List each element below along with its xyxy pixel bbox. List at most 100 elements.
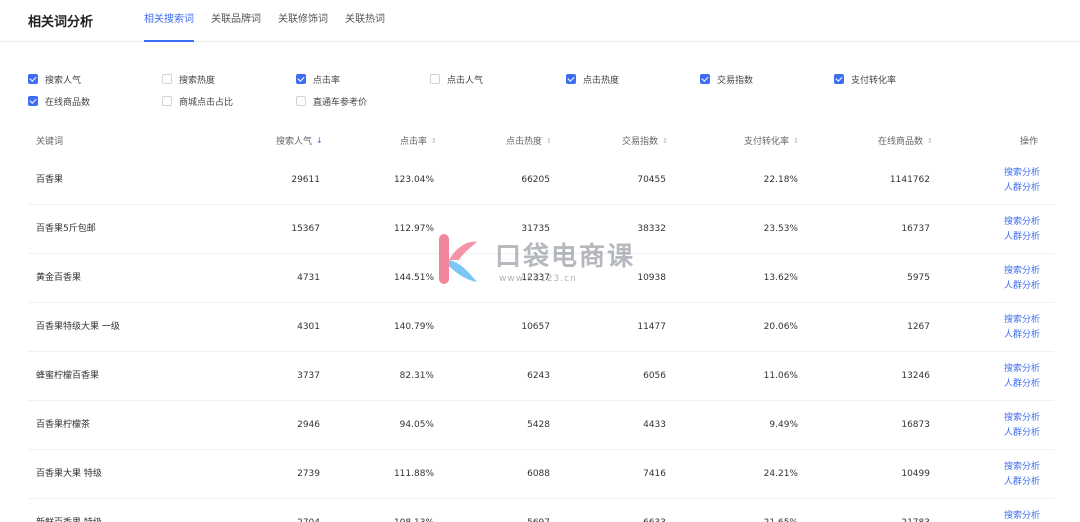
filter-label: 直通车参考价 bbox=[313, 97, 368, 108]
checkbox-icon[interactable] bbox=[28, 96, 38, 106]
cell-click-heat: 5428 bbox=[527, 420, 550, 430]
sort-updown-icon[interactable]: ⇕ bbox=[662, 137, 668, 145]
checkbox-icon[interactable] bbox=[296, 96, 306, 106]
sort-desc-icon[interactable]: ↓ bbox=[316, 136, 323, 145]
table-row: 百香果柠檬茶 2946 94.05% 5428 4433 9.49% 16873… bbox=[28, 401, 1054, 450]
crowd-analysis-link[interactable]: 人群分析 bbox=[998, 377, 1040, 392]
cell-pay-conversion: 21.65% bbox=[734, 499, 798, 522]
filter-label: 交易指数 bbox=[717, 75, 754, 86]
search-analysis-link[interactable]: 搜索分析 bbox=[998, 264, 1040, 279]
crowd-analysis-link[interactable]: 人群分析 bbox=[998, 181, 1040, 196]
cell-online-items: 16737 bbox=[901, 224, 930, 234]
filter-label: 在线商品数 bbox=[45, 97, 91, 108]
sort-updown-icon[interactable]: ⇕ bbox=[431, 137, 437, 145]
table-row: 百香果特级大果 一级 4301 140.79% 10657 11477 20.0… bbox=[28, 303, 1054, 352]
cell-click-heat: 5697 bbox=[486, 499, 550, 522]
search-analysis-link[interactable]: 搜索分析 bbox=[998, 166, 1040, 181]
checkbox-icon[interactable] bbox=[162, 96, 172, 106]
filter-ctr[interactable]: 点击率 bbox=[296, 72, 340, 86]
crowd-analysis-link[interactable]: 人群分析 bbox=[998, 230, 1040, 245]
filter-search-popularity[interactable]: 搜索人气 bbox=[28, 72, 81, 86]
tab-bar: 相关搜索词 关联品牌词 关联修饰词 关联热词 bbox=[144, 0, 402, 42]
crowd-analysis-link[interactable]: 人群分析 bbox=[998, 328, 1040, 343]
cell-pay-conversion: 20.06% bbox=[763, 322, 798, 332]
cell-keyword: 黄金百香果 bbox=[36, 273, 82, 283]
sort-updown-icon[interactable]: ⇕ bbox=[927, 137, 933, 145]
table-row: 百香果5斤包邮 15367 112.97% 31735 38332 23.53%… bbox=[28, 205, 1054, 254]
checkbox-icon[interactable] bbox=[28, 74, 38, 84]
filter-search-heat[interactable]: 搜索热度 bbox=[162, 72, 215, 86]
search-analysis-link[interactable]: 搜索分析 bbox=[998, 509, 1040, 522]
search-analysis-link[interactable]: 搜索分析 bbox=[998, 313, 1040, 328]
filter-label: 点击率 bbox=[313, 75, 341, 86]
checkbox-icon[interactable] bbox=[566, 74, 576, 84]
cell-ctr: 82.31% bbox=[399, 371, 434, 381]
tab-brand-words[interactable]: 关联品牌词 bbox=[211, 0, 261, 42]
search-analysis-link[interactable]: 搜索分析 bbox=[998, 215, 1040, 230]
col-online-items[interactable]: 在线商品数 ⇕ bbox=[878, 134, 933, 148]
search-analysis-link[interactable]: 搜索分析 bbox=[998, 362, 1040, 377]
cell-pay-conversion: 23.53% bbox=[763, 224, 798, 234]
cell-keyword: 百香果5斤包邮 bbox=[36, 224, 96, 234]
filter-click-heat[interactable]: 点击热度 bbox=[566, 72, 619, 86]
filter-pay-conversion[interactable]: 支付转化率 bbox=[834, 72, 896, 86]
cell-ctr: 140.79% bbox=[393, 322, 434, 332]
filter-click-popularity[interactable]: 点击人气 bbox=[430, 72, 483, 86]
cell-search-popularity: 2946 bbox=[297, 420, 320, 430]
col-keyword: 关键词 bbox=[36, 134, 63, 147]
row-actions: 搜索分析人群分析 bbox=[998, 509, 1040, 522]
search-analysis-link[interactable]: 搜索分析 bbox=[998, 411, 1040, 426]
checkbox-icon[interactable] bbox=[834, 74, 844, 84]
col-search-popularity[interactable]: 搜索人气 ↓ bbox=[276, 134, 323, 147]
col-click-heat[interactable]: 点击热度 ⇕ bbox=[506, 134, 552, 148]
cell-pay-conversion: 9.49% bbox=[769, 420, 798, 430]
cell-click-heat: 10657 bbox=[521, 322, 550, 332]
column-label: 支付转化率 bbox=[744, 137, 790, 147]
filter-mall-click-share[interactable]: 商城点击占比 bbox=[162, 94, 233, 108]
cell-search-popularity: 2739 bbox=[297, 469, 320, 479]
checkbox-icon[interactable] bbox=[700, 74, 710, 84]
cell-search-popularity: 2704 bbox=[258, 499, 320, 522]
cell-pay-conversion: 24.21% bbox=[763, 469, 798, 479]
row-actions: 搜索分析人群分析 bbox=[998, 264, 1040, 294]
column-label: 在线商品数 bbox=[878, 137, 924, 147]
table-row: 百香果 29611 123.04% 66205 70455 22.18% 114… bbox=[28, 156, 1054, 205]
cell-trade-index: 7416 bbox=[643, 469, 666, 479]
table-header: 关键词 搜索人气 ↓ 点击率 ⇕ 点击热度 ⇕ 交易指数 ⇕ 支付转化率 ⇕ 在线商品数 ⇕… bbox=[28, 128, 1054, 154]
checkbox-icon[interactable] bbox=[162, 74, 172, 84]
cell-search-popularity: 4301 bbox=[297, 322, 320, 332]
cell-pay-conversion: 11.06% bbox=[763, 371, 798, 381]
crowd-analysis-link[interactable]: 人群分析 bbox=[998, 426, 1040, 441]
sort-updown-icon[interactable]: ⇕ bbox=[546, 137, 552, 145]
cell-keyword: 蜂蜜柠檬百香果 bbox=[36, 371, 100, 381]
filter-trade-index[interactable]: 交易指数 bbox=[700, 72, 753, 86]
cell-search-popularity: 15367 bbox=[291, 224, 320, 234]
filter-ztc-price[interactable]: 直通车参考价 bbox=[296, 94, 367, 108]
crowd-analysis-link[interactable]: 人群分析 bbox=[998, 279, 1040, 294]
filter-label: 点击人气 bbox=[447, 75, 484, 86]
row-actions: 搜索分析人群分析 bbox=[998, 460, 1040, 490]
col-pay-conversion[interactable]: 支付转化率 ⇕ bbox=[744, 134, 799, 148]
col-trade-index[interactable]: 交易指数 ⇕ bbox=[622, 134, 668, 148]
search-analysis-link[interactable]: 搜索分析 bbox=[998, 460, 1040, 475]
tab-related-search[interactable]: 相关搜索词 bbox=[144, 0, 194, 42]
checkbox-icon[interactable] bbox=[296, 74, 306, 84]
row-actions: 搜索分析人群分析 bbox=[998, 313, 1040, 343]
table-row: 新鲜百香果 特级 2704 108.13% 5697 6633 21.65% 2… bbox=[28, 499, 1054, 522]
cell-keyword: 百香果特级大果 一级 bbox=[36, 322, 120, 332]
crowd-analysis-link[interactable]: 人群分析 bbox=[998, 475, 1040, 490]
col-ctr[interactable]: 点击率 ⇕ bbox=[400, 134, 437, 148]
cell-online-items: 1141762 bbox=[889, 175, 930, 185]
tab-hot-words[interactable]: 关联热词 bbox=[345, 0, 385, 42]
filter-online-items[interactable]: 在线商品数 bbox=[28, 94, 90, 108]
cell-keyword: 新鲜百香果 特级 bbox=[36, 499, 102, 522]
checkbox-icon[interactable] bbox=[430, 74, 440, 84]
cell-click-heat: 66205 bbox=[521, 175, 550, 185]
row-actions: 搜索分析人群分析 bbox=[998, 215, 1040, 245]
cell-search-popularity: 29611 bbox=[291, 175, 320, 185]
cell-trade-index: 70455 bbox=[637, 175, 666, 185]
filter-label: 搜索热度 bbox=[179, 75, 216, 86]
tab-modifier-words[interactable]: 关联修饰词 bbox=[278, 0, 328, 42]
header: 相关词分析 相关搜索词 关联品牌词 关联修饰词 关联热词 bbox=[0, 0, 1080, 42]
sort-updown-icon[interactable]: ⇕ bbox=[793, 137, 799, 145]
